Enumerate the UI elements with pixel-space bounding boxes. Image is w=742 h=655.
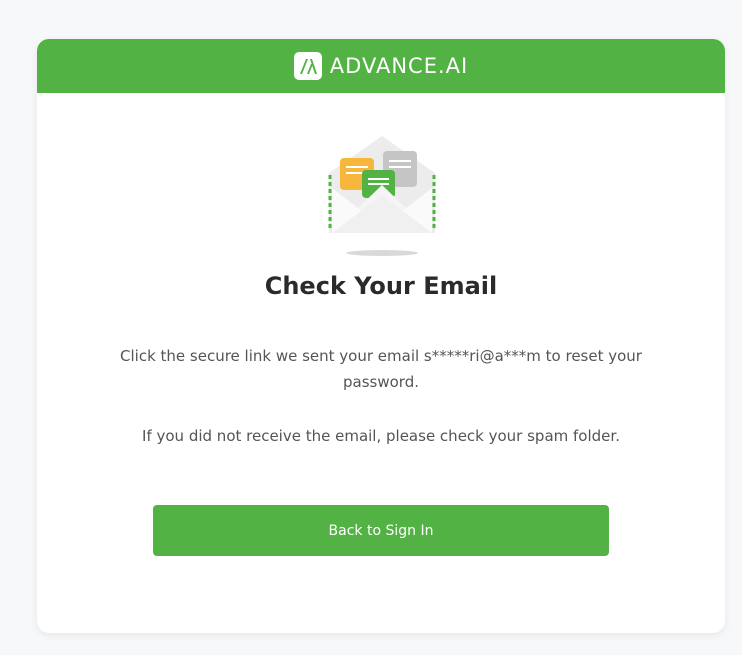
brand-logo: ADVANCE.AI bbox=[293, 52, 469, 80]
advance-ai-logo-icon bbox=[293, 52, 322, 80]
brand-name: ADVANCE.AI bbox=[329, 54, 469, 78]
reset-email-card: ADVANCE.AI Check Your Email Click the se… bbox=[37, 39, 725, 633]
spam-folder-hint: If you did not receive the email, please… bbox=[142, 427, 620, 445]
back-to-sign-in-button[interactable]: Back to Sign In bbox=[153, 505, 609, 556]
page-title: Check Your Email bbox=[264, 272, 498, 300]
brand-header: ADVANCE.AI bbox=[37, 39, 725, 93]
reset-link-message: Click the secure link we sent your email… bbox=[120, 347, 642, 391]
envelope-icon bbox=[327, 133, 437, 257]
